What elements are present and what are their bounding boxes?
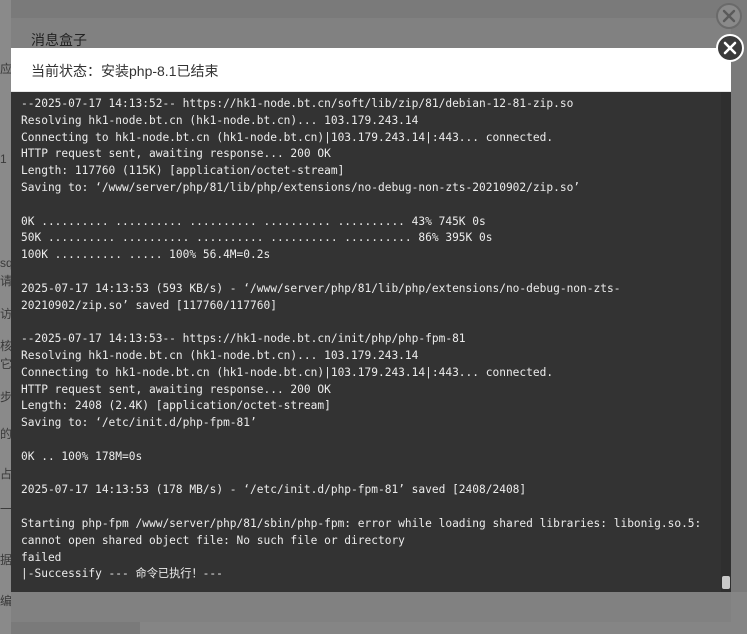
terminal-line: 2025-07-17 14:13:53 (593 KB/s) - ‘/www/s…: [21, 281, 621, 295]
terminal-line: HTTP request sent, awaiting response... …: [21, 382, 331, 396]
background-text: 一: [0, 502, 11, 516]
background-text: 据: [0, 553, 11, 567]
terminal-line: |-Successify --- 命令已执行！---: [21, 567, 223, 581]
background-text: 占: [0, 467, 11, 481]
terminal-line: Resolving hk1-node.bt.cn (hk1-node.bt.cn…: [21, 348, 419, 362]
terminal-line: cannot open shared object file: No such …: [21, 533, 405, 547]
terminal-line: Length: 2408 (2.4K) [application/octet-s…: [21, 399, 331, 413]
terminal-log: --2025-07-17 14:13:52-- https://hk1-node…: [21, 96, 711, 583]
message-box-title: 消息盒子: [31, 32, 87, 48]
terminal-line: Connecting to hk1-node.bt.cn (hk1-node.b…: [21, 130, 554, 144]
background-text: 的: [0, 427, 11, 441]
background-text: 核: [0, 339, 11, 353]
terminal-line: 100K .......... ..... 100% 56.4M=0.2s: [21, 248, 271, 262]
background-text: 访: [0, 307, 11, 321]
background-text: sq: [0, 256, 11, 270]
terminal-line: Connecting to hk1-node.bt.cn (hk1-node.b…: [21, 365, 554, 379]
terminal-line: 20210902/zip.so’ saved [117760/117760]: [21, 298, 277, 312]
terminal-line: failed: [21, 550, 62, 564]
close-circle-icon: [722, 9, 736, 23]
dialog-title: 当前状态：安装php-8.1已结束: [31, 63, 219, 79]
terminal-line: Resolving hk1-node.bt.cn (hk1-node.bt.cn…: [21, 113, 419, 127]
terminal-line: --2025-07-17 14:13:53-- https://hk1-node…: [21, 332, 466, 346]
dialog-header: 当前状态：安装php-8.1已结束: [11, 48, 731, 92]
install-status-dialog: 当前状态：安装php-8.1已结束 --2025-07-17 14:13:52-…: [11, 48, 731, 592]
terminal-line: Length: 117760 (115K) [application/octet…: [21, 164, 345, 178]
background-text: 1: [0, 152, 7, 166]
dialog-close-button[interactable]: [716, 34, 744, 62]
background-sidebar: 应 1 sq 请 访 核 它 步 的 占 一 据 编: [0, 0, 11, 634]
terminal-line: Saving to: ‘/www/server/php/81/lib/php/e…: [21, 180, 581, 194]
terminal-line: --2025-07-17 14:13:52-- https://hk1-node…: [21, 97, 574, 110]
terminal-scrollbar[interactable]: [721, 92, 731, 592]
terminal-line: Starting php-fpm /www/server/php/81/sbin…: [21, 516, 702, 530]
background-text: 编: [0, 594, 11, 608]
background-text: 请: [0, 274, 11, 288]
terminal-line: 0K .. 100% 178M=0s: [21, 449, 143, 463]
background-text: 步: [0, 390, 11, 404]
terminal-line: Saving to: ‘/etc/init.d/php-fpm-81’: [21, 416, 257, 430]
scrollbar-thumb[interactable]: [722, 576, 730, 589]
terminal-output[interactable]: --2025-07-17 14:13:52-- https://hk1-node…: [11, 92, 731, 592]
background-text: 它: [0, 357, 11, 371]
terminal-line: 0K .......... .......... .......... ....…: [21, 214, 486, 228]
terminal-line: HTTP request sent, awaiting response... …: [21, 147, 331, 161]
message-box-close-button[interactable]: [716, 3, 742, 29]
terminal-line: 2025-07-17 14:13:53 (178 MB/s) - ‘/etc/i…: [21, 483, 527, 497]
terminal-line: 50K .......... .......... .......... ...…: [21, 231, 493, 245]
close-circle-icon: [723, 41, 737, 55]
background-text: 应: [0, 62, 11, 76]
